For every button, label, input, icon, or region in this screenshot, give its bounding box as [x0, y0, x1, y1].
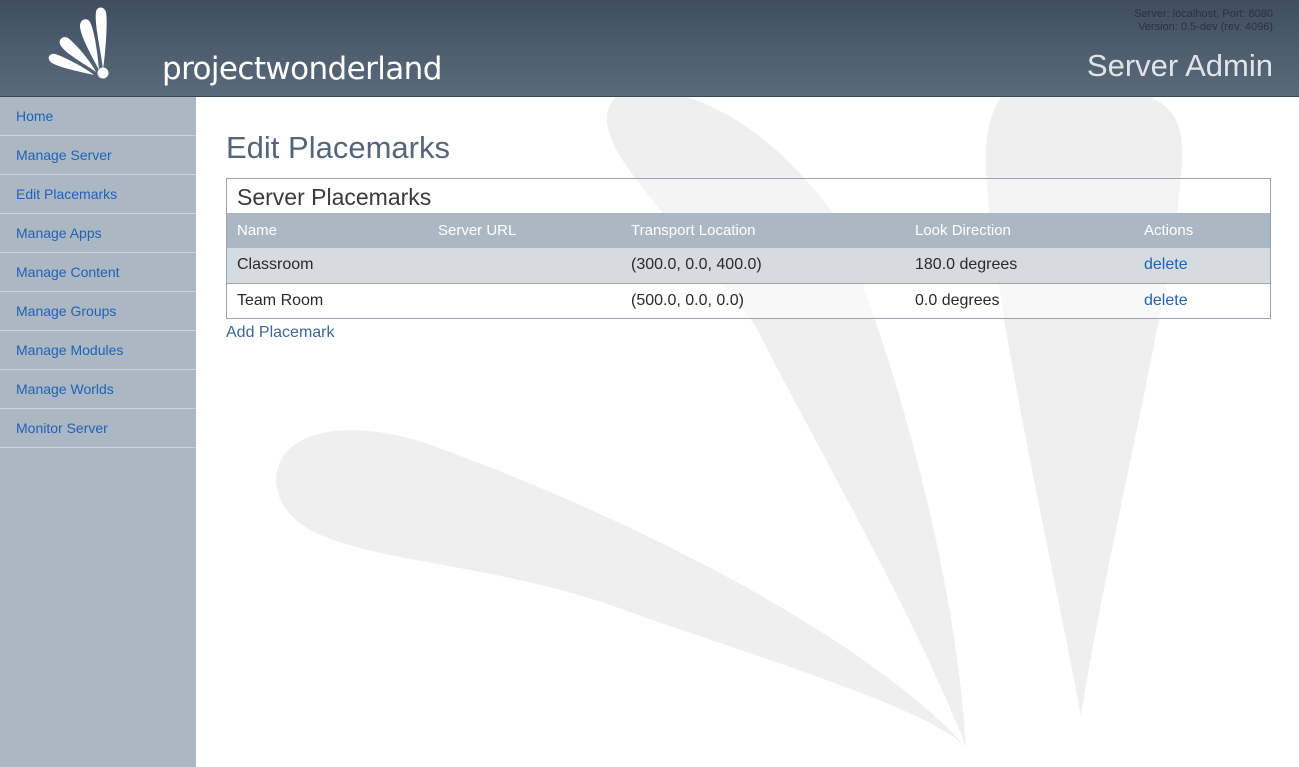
sidebar-item-manage-groups[interactable]: Manage Groups: [0, 292, 196, 331]
table-row: Classroom (300.0, 0.0, 400.0) 180.0 degr…: [227, 248, 1270, 283]
logo[interactable]: projectwonderland: [44, 4, 442, 92]
cell-name: Team Room: [237, 291, 324, 309]
placemarks-panel: Server Placemarks Name Server URL Transp…: [226, 178, 1271, 319]
table-header-row: Name Server URL Transport Location Look …: [227, 213, 1270, 248]
cell-name: Classroom: [237, 256, 314, 274]
cell-actions: delete: [1134, 248, 1270, 283]
delete-link[interactable]: delete: [1144, 256, 1188, 273]
sidebar-item-manage-worlds[interactable]: Manage Worlds: [0, 370, 196, 409]
sidebar-item-manage-apps[interactable]: Manage Apps: [0, 214, 196, 253]
sidebar-item-manage-modules[interactable]: Manage Modules: [0, 331, 196, 370]
sidebar: Home Manage Server Edit Placemarks Manag…: [0, 97, 196, 767]
column-header-transport-location: Transport Location: [631, 222, 756, 239]
cell-actions: delete: [1134, 283, 1270, 318]
column-header-actions: Actions: [1144, 222, 1194, 239]
cell-server-url: [428, 248, 621, 283]
sidebar-item-home[interactable]: Home: [0, 97, 196, 136]
sidebar-item-manage-content[interactable]: Manage Content: [0, 253, 196, 292]
panel-title: Server Placemarks: [237, 184, 432, 210]
cell-look-direction: 180.0 degrees: [915, 256, 1018, 274]
header: projectwonderland Server: localhost, Por…: [0, 0, 1299, 97]
cell-look-direction: 0.0 degrees: [915, 291, 1000, 309]
server-line: Server: localhost, Port: 8080: [1134, 8, 1273, 20]
cell-transport-location: (500.0, 0.0, 0.0): [631, 291, 744, 309]
delete-link[interactable]: delete: [1144, 292, 1188, 309]
column-header-name: Name: [237, 222, 278, 239]
page-title: Edit Placemarks: [226, 130, 450, 165]
column-header-look-direction: Look Direction: [915, 222, 1011, 239]
section-title: Server Admin: [1086, 48, 1273, 83]
sidebar-item-monitor-server[interactable]: Monitor Server: [0, 409, 196, 448]
server-info: Server: localhost, Port: 8080 Version: 0…: [1134, 8, 1273, 34]
add-placemark-link[interactable]: Add Placemark: [226, 324, 335, 342]
sidebar-item-edit-placemarks[interactable]: Edit Placemarks: [0, 175, 196, 214]
cell-server-url: [428, 283, 621, 318]
page: projectwonderland Server: localhost, Por…: [0, 0, 1299, 767]
table-row: Team Room (500.0, 0.0, 0.0) 0.0 degrees …: [227, 283, 1270, 318]
logo-text: projectwonderland: [162, 51, 442, 87]
version-line: Version: 0.5-dev (rev. 4096): [1138, 21, 1273, 33]
sidebar-item-manage-server[interactable]: Manage Server: [0, 136, 196, 175]
placemarks-table: Name Server URL Transport Location Look …: [227, 213, 1270, 318]
cell-transport-location: (300.0, 0.0, 400.0): [631, 256, 762, 274]
column-header-server-url: Server URL: [438, 222, 517, 239]
wonderland-logo-icon: [48, 7, 109, 79]
